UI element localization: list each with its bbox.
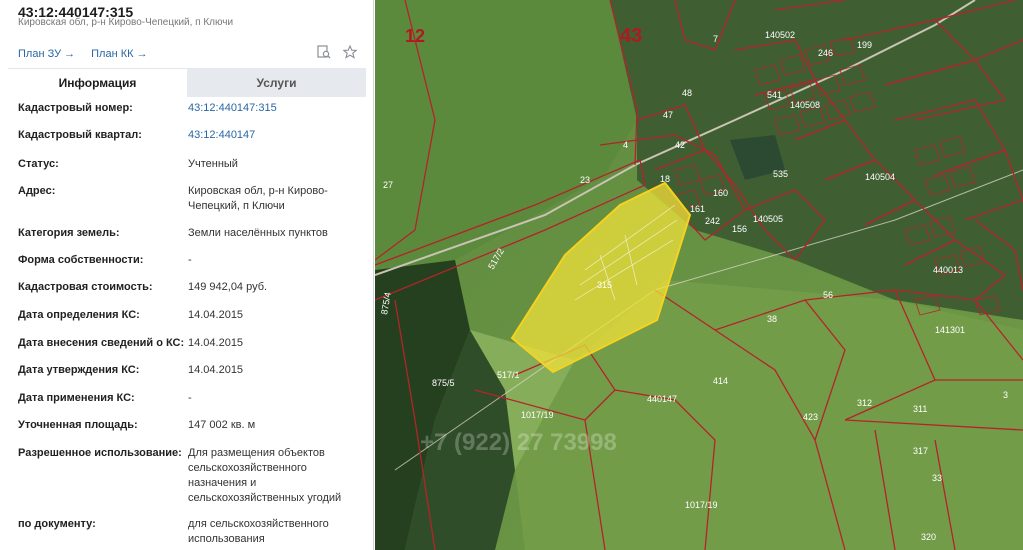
info-row-key: Дата внесения сведений о КС: [18, 337, 185, 349]
plan-kk-link[interactable]: План КК → [91, 48, 147, 60]
map-label: 1017/19 [685, 500, 718, 510]
tab-info[interactable]: Информация [8, 68, 187, 97]
info-row-key: Адрес: [18, 185, 56, 197]
info-row: Адрес: Кировская обл, р-н Кирово-Чепецкий… [0, 180, 373, 222]
info-row-value: для сельскохозяйственного использования [188, 518, 329, 545]
info-row-value: 149 942,04 руб. [188, 281, 268, 293]
map-label: 312 [857, 398, 872, 408]
info-row: Категория земель: Земли населённых пункто… [0, 222, 373, 249]
info-row-value: Учтенный [188, 158, 238, 170]
map-label: 27 [383, 180, 393, 190]
info-row: Кадастровая стоимость: 149 942,04 руб. [0, 276, 373, 304]
info-row: Уточненная площадь: 147 002 кв. м [0, 414, 373, 442]
info-row-key: Форма собственности: [18, 254, 144, 266]
map-label: 423 [803, 412, 818, 422]
map-label: 23 [580, 175, 590, 185]
map-label: 48 [682, 88, 692, 98]
panel-tools [317, 45, 357, 59]
info-row-value: - [188, 392, 192, 404]
info-row-key: Статус: [18, 158, 59, 170]
info-row-key: Кадастровая стоимость: [18, 281, 153, 293]
watermark: +7 (922) 27 73998 [420, 429, 617, 456]
map-label: 140508 [790, 100, 820, 110]
info-row-key: Дата применения КС: [18, 392, 135, 404]
info-row: Дата внесения сведений о КС: 14.04.2015 [0, 332, 373, 359]
map-label: 440013 [933, 265, 963, 275]
map-label: 161 [690, 204, 705, 214]
info-row: Дата применения КС: - [0, 387, 373, 414]
address-subtitle: Кировская обл, р-н Кирово-Чепецкий, п Кл… [18, 17, 234, 28]
map-label: 56 [823, 290, 833, 300]
info-row: Кадастровый номер: 43:12:440147:315 [0, 97, 373, 124]
map-label: 875/5 [432, 378, 455, 388]
map-label: 535 [773, 169, 788, 179]
map-label: 38 [767, 314, 777, 324]
info-row-value: 147 002 кв. м [188, 419, 256, 431]
info-row-key: по документу: [18, 518, 96, 530]
map-label: 156 [732, 224, 747, 234]
map-label: 315 [597, 280, 612, 290]
star-icon[interactable] [343, 45, 357, 59]
map-label: 199 [857, 40, 872, 50]
info-row-key: Уточненная площадь: [18, 419, 138, 431]
map-label: 1017/19 [521, 410, 554, 420]
map-label: 141301 [935, 325, 965, 335]
info-row-value: 14.04.2015 [188, 364, 244, 376]
map-label: 242 [705, 216, 720, 226]
info-row-value: 14.04.2015 [188, 309, 244, 321]
cadastral-map[interactable]: 12 43 140502 140508 140504 140505 440013 141301… [375, 0, 1023, 550]
info-row: Дата утверждения КС: 14.04.2015 [0, 359, 373, 387]
map-label: 4 [623, 140, 628, 150]
info-row-value-link[interactable]: 43:12:440147 [188, 128, 368, 153]
info-row-value-link[interactable]: 43:12:440147:315 [188, 101, 368, 124]
map-label: 160 [713, 188, 728, 198]
map-label: 517/1 [497, 370, 520, 380]
tab-services[interactable]: Услуги [187, 68, 366, 97]
info-row: Дата определения КС: 14.04.2015 [0, 304, 373, 332]
info-row-key: Дата определения КС: [18, 309, 140, 321]
plan-links: План ЗУ → План КК → [18, 48, 148, 60]
map-label: 12 [405, 26, 425, 46]
info-panel: 43:12:440147:315 Кировская обл, р-н Киро… [0, 0, 374, 550]
info-row-value: Кировская обл, р-н Кирово-Чепецкий, п Кл… [188, 185, 328, 212]
info-row-value: - [188, 254, 192, 266]
info-row-value: Земли населённых пунктов [188, 227, 328, 239]
info-row-value: Для размещения объектов сельскохозяйстве… [188, 447, 342, 504]
info-table: Кадастровый номер: 43:12:440147:315 Кадаст… [0, 97, 373, 545]
map-label: 3 [1003, 390, 1008, 400]
info-row: по документу: для сельскохозяйственного и… [0, 513, 373, 545]
info-row-key: Категория земель: [18, 227, 120, 239]
search-doc-icon[interactable] [317, 45, 331, 59]
plan-zu-link[interactable]: План ЗУ → [18, 48, 75, 60]
info-row: Кадастровый квартал: 43:12:440147 [0, 124, 373, 153]
map-canvas[interactable]: 12 43 140502140508140504140505440013141301… [375, 0, 1023, 550]
map-label: 47 [663, 110, 673, 120]
map-label: 43 [620, 25, 642, 47]
map-label: 33 [932, 473, 942, 483]
map-label: 42 [675, 140, 685, 150]
map-label: 7 [713, 34, 718, 44]
info-row: Статус: Учтенный [0, 153, 373, 180]
info-row-value: 14.04.2015 [188, 337, 244, 349]
map-label: 140504 [865, 172, 895, 182]
info-row-key: Кадастровый номер: [18, 102, 133, 114]
map-label: 440147 [647, 394, 677, 404]
map-label: 320 [921, 532, 936, 542]
map-label: 18 [660, 174, 670, 184]
tab-bar: Информация Услуги [8, 68, 366, 97]
info-row-key: Кадастровый квартал: [18, 129, 142, 141]
map-label: 317 [913, 446, 928, 456]
map-label: 311 [913, 404, 927, 414]
map-label: 246 [818, 48, 833, 58]
map-label: 140505 [753, 214, 783, 224]
info-row-key: Разрешенное использование: [18, 447, 182, 459]
map-label: 140502 [765, 30, 795, 40]
info-row: Разрешенное использование: Для размещения… [0, 442, 373, 513]
map-label: 414 [713, 376, 728, 386]
map-label: 541 [767, 90, 782, 100]
info-row-key: Дата утверждения КС: [18, 364, 140, 376]
info-row: Форма собственности: - [0, 249, 373, 276]
